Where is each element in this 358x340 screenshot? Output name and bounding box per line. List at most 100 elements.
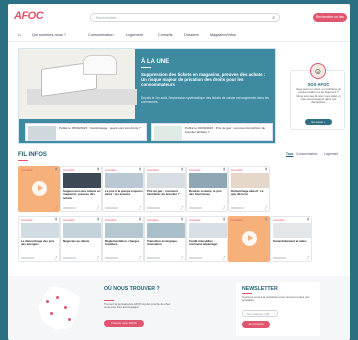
news-card[interactable]: Actualité ▮ Règlementation, charges locati… — [102, 216, 144, 262]
news-card[interactable]: Actualité ▮ Le prix à la pompe toujours él… — [102, 166, 144, 212]
share-icon[interactable]: ⤴ — [180, 205, 183, 210]
play-icon[interactable] — [32, 181, 47, 196]
card-image — [105, 223, 143, 238]
news-card[interactable]: Actualité ▮ ⤴ — [228, 216, 270, 262]
card-title[interactable]: Le démarchage des prix des énergies — [21, 239, 59, 247]
nav-item-dossiers[interactable]: Dossiers — [184, 33, 199, 37]
nav-item-logement[interactable]: Logement — [126, 33, 143, 37]
card-image — [21, 223, 59, 238]
share-icon[interactable]: ⤴ — [96, 255, 99, 260]
share-icon[interactable]: ⤴ — [264, 255, 267, 260]
card-image — [147, 173, 185, 188]
card-title[interactable]: Rentrée scolaire, le prix des fourniture… — [189, 189, 227, 197]
hero-featured[interactable]: À LA UNE Suppression des tickets en maga… — [18, 48, 276, 144]
find-us-title: OÙ NOUS TROUVER ? — [104, 286, 160, 292]
card-category: Actualité — [147, 168, 159, 172]
map-marker[interactable] — [68, 318, 71, 321]
home-icon[interactable]: ⌂ — [18, 32, 21, 38]
card-category: Actualité — [231, 168, 243, 172]
logo[interactable]: AFOC — [14, 10, 44, 22]
hero-subarticle-1[interactable]: Publié le 05/09/2023 : Cambriolage : que… — [25, 123, 147, 141]
map-marker[interactable] — [56, 296, 59, 299]
news-card[interactable]: Actualité ▮ Négociez au rabais 05/09/2023 ⤴ — [60, 216, 102, 262]
card-title[interactable]: Prix du gaz : comment bénéficier du bouc… — [147, 189, 185, 197]
newsletter-description: Inscrivez-vous à la newsletter pour rece… — [242, 295, 310, 303]
play-icon[interactable] — [242, 231, 257, 246]
news-card[interactable]: Actualité ▮ Crédit immobilier : comment dé… — [186, 216, 228, 262]
bookmark-icon[interactable]: ▮ — [181, 167, 183, 171]
bookmark-icon[interactable]: ▮ — [265, 167, 267, 171]
sos-afoc-panel: ☺ SOS AFOC Vous avez un souci, un problè… — [290, 63, 345, 130]
share-icon[interactable]: ⤴ — [96, 205, 99, 210]
card-title[interactable]: Transition écologique, rénovation — [147, 239, 185, 247]
newsletter-subscribe-button[interactable]: Je m'inscris — [242, 321, 270, 328]
news-card[interactable]: Actualité ▮ Transition écologique, rénovat… — [144, 216, 186, 262]
news-card[interactable]: Actualité ▮ ⤴ — [18, 166, 60, 212]
card-category: Actualité — [21, 168, 33, 172]
tab-tous[interactable]: Tous — [286, 152, 293, 156]
share-icon[interactable]: ⤴ — [264, 205, 267, 210]
card-title[interactable]: Surendettement et aides — [273, 239, 311, 243]
bookmark-icon[interactable]: ▮ — [97, 167, 99, 171]
card-date: 05/09/2023 — [63, 257, 76, 260]
bookmark-icon[interactable]: ▮ — [181, 217, 183, 221]
card-title[interactable]: Règlementation, charges locatives — [105, 239, 143, 247]
nav-item-consommation[interactable]: Consommation — [88, 33, 114, 37]
share-icon[interactable]: ⤴ — [138, 205, 141, 210]
map-marker[interactable] — [64, 306, 67, 309]
card-title[interactable]: Le prix à la pompe toujours élevé : les … — [105, 189, 143, 197]
bookmark-icon[interactable]: ▮ — [307, 217, 309, 221]
card-date: 05/09/2023 — [63, 207, 76, 210]
france-map[interactable] — [38, 286, 80, 330]
share-icon[interactable]: ⤴ — [222, 255, 225, 260]
sos-text: Vous avez un souci, un problème de conso… — [295, 87, 342, 105]
news-card[interactable]: Actualité ▮ Le démarchage des prix des éne… — [18, 216, 60, 262]
bookmark-icon[interactable]: ▮ — [265, 217, 267, 221]
hero-title[interactable]: Suppression des tickets en magasins, pre… — [141, 72, 269, 88]
news-card[interactable]: Actualité ▮ Démarchage abusif : ce que dit… — [228, 166, 270, 212]
news-card[interactable]: Actualité ▮ Rentrée scolaire, le prix des … — [186, 166, 228, 212]
card-title[interactable]: Suppression des tickets en magasins, pre… — [63, 189, 101, 200]
card-title[interactable]: Démarchage abusif : ce que dit la loi — [231, 189, 269, 197]
tab-consommation[interactable]: Consommation — [296, 152, 317, 156]
news-card[interactable]: Actualité ▮ Surendettement et aides 05/09/2… — [270, 216, 312, 262]
bookmark-icon[interactable]: ▮ — [55, 217, 57, 221]
find-afoc-button[interactable]: Trouver mon AFOC — [104, 320, 144, 327]
news-card[interactable]: Actualité ▮ Suppression des tickets en mag… — [60, 166, 102, 212]
share-icon[interactable]: ⤴ — [306, 255, 309, 260]
hero-description: Depuis le 1er août, l'impression systéma… — [141, 96, 269, 104]
card-category: Actualité — [63, 218, 75, 222]
tab-logement[interactable]: Logement — [324, 152, 338, 156]
bookmark-icon[interactable]: ▮ — [139, 167, 141, 171]
map-marker[interactable] — [46, 300, 49, 303]
map-marker[interactable] — [50, 312, 53, 315]
bookmark-icon[interactable]: ▮ — [55, 167, 57, 171]
find-location-button[interactable]: Rechercher un lieu — [313, 13, 347, 22]
card-image — [105, 173, 143, 188]
bookmark-icon[interactable]: ▮ — [223, 217, 225, 221]
bookmark-icon[interactable]: ▮ — [223, 167, 225, 171]
nav-item-magazine[interactable]: Magazine/Infos — [210, 33, 236, 37]
card-title[interactable]: Crédit immobilier : comment départager — [189, 239, 227, 247]
card-title[interactable]: Négociez au rabais — [63, 239, 101, 243]
share-icon[interactable]: ⤴ — [54, 255, 57, 260]
hero-subarticle-2[interactable]: Publié le 02/09/2023 : Prix de gaz : com… — [151, 123, 273, 141]
search-input[interactable]: Rechercher... ⌕ — [90, 13, 280, 22]
card-date: 05/09/2023 — [189, 207, 202, 210]
share-icon[interactable]: ⤴ — [222, 205, 225, 210]
bookmark-icon[interactable]: ▮ — [97, 217, 99, 221]
nav-item-conseils[interactable]: Conseils — [158, 33, 173, 37]
share-icon[interactable]: ⤴ — [138, 255, 141, 260]
page: AFOC Rechercher... ⌕ Rechercher un lieu … — [8, 4, 350, 340]
find-us-description: Trouvez la permanence AFOC la plus proch… — [104, 302, 171, 310]
bookmark-icon[interactable]: ▮ — [139, 217, 141, 221]
sos-more-button[interactable]: En savoir + — [305, 119, 332, 125]
share-icon[interactable]: ⤴ — [54, 205, 57, 210]
nav-item-about[interactable]: Qui sommes-nous ? — [32, 33, 66, 37]
newsletter-email-field[interactable]: Votre adresse mail — [242, 310, 278, 317]
share-icon[interactable]: ⤴ — [180, 255, 183, 260]
card-date: 05/09/2023 — [21, 257, 34, 260]
news-card[interactable]: Actualité ▮ Prix du gaz : comment bénéfici… — [144, 166, 186, 212]
card-image — [189, 223, 227, 238]
search-icon[interactable]: ⌕ — [272, 14, 275, 22]
